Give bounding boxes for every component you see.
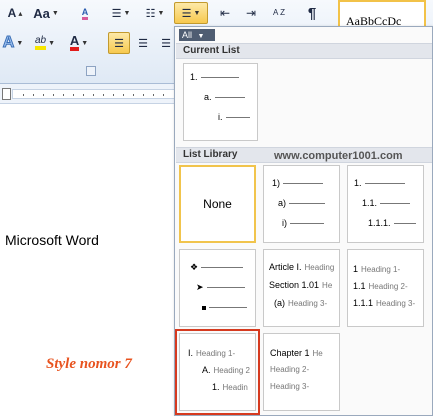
tile-level-2-label: 1.1.: [362, 198, 378, 208]
list-style-none[interactable]: None: [179, 165, 256, 243]
clear-formatting-icon: A: [81, 7, 89, 20]
tile-level-2-label: 1.1: [353, 281, 366, 291]
list-style-article-section[interactable]: Article I. Heading Section 1.01 He (a) Head…: [263, 249, 340, 327]
indent-marker-icon[interactable]: [2, 88, 11, 100]
tile-level-2-label: a): [278, 198, 287, 208]
list-style-legal-decimal[interactable]: 1. 1.1. 1.1.1.: [347, 165, 424, 243]
change-case-label: Aa: [33, 5, 50, 21]
tile-level-3-label: i.: [218, 112, 223, 122]
none-label: None: [203, 197, 232, 211]
text-effects-button[interactable]: A ▼: [0, 32, 26, 54]
decrease-indent-icon: ⇤: [219, 6, 231, 20]
font-color-button[interactable]: A ▼: [64, 32, 94, 54]
list-style-chapter[interactable]: Chapter 1 He Heading 2- Heading 3-: [263, 333, 340, 411]
tile-level-3-label: 1.: [212, 382, 220, 392]
multilevel-list-gallery: All ▼ Current List 1. a. i. List Library…: [174, 26, 433, 416]
tile-level-3-label: i): [282, 218, 287, 228]
sort-button[interactable]: A Z: [268, 2, 290, 24]
gallery-filter-dropdown[interactable]: All ▼: [179, 29, 215, 41]
multilevel-list-icon: ☰: [181, 7, 192, 20]
change-case-button[interactable]: Aa ▼: [32, 2, 60, 24]
tile-level-3-label: 1.1.1: [353, 298, 374, 308]
tile-level-1-label: 1: [353, 264, 359, 274]
numbering-icon: ☷: [145, 7, 156, 20]
tile-heading-3-label: Heading 3-: [376, 298, 416, 308]
align-right-icon: ☰: [161, 37, 171, 50]
align-left-button[interactable]: ☰: [108, 32, 130, 54]
tile-level-2-label: Section 1.01: [269, 280, 320, 290]
clear-formatting-button[interactable]: A: [74, 2, 96, 24]
grow-font-label: A: [7, 6, 17, 20]
square-bullet-icon: [202, 302, 206, 312]
gallery-filter-label: All: [182, 30, 193, 40]
arrow-bullet-icon: ➤: [196, 282, 204, 292]
tile-heading-3-label: Headin: [222, 382, 248, 392]
multilevel-list-button[interactable]: ☰ ▼: [174, 2, 208, 24]
decrease-indent-button[interactable]: ⇤: [214, 2, 236, 24]
pilcrow-icon: ¶: [307, 4, 317, 22]
tile-level-1-label: 1.: [354, 178, 362, 188]
annotation-label: Style nomor 7: [46, 356, 132, 372]
tile-level-1-label: 1): [272, 178, 281, 188]
watermark-text: www.computer1001.com: [274, 150, 403, 162]
list-style-numbered-paren[interactable]: 1) a) i): [263, 165, 340, 243]
tile-heading-2-label: Heading 2: [213, 365, 250, 375]
current-list-tile[interactable]: 1. a. i.: [183, 63, 258, 141]
tile-level-1-label: Chapter 1: [270, 348, 310, 358]
tile-heading-2-label: Heading 2-: [368, 281, 408, 291]
bullets-button[interactable]: ☰ ▼: [108, 2, 134, 24]
highlight-color-button[interactable]: ab ▼: [30, 32, 60, 54]
ruler-strip: [12, 89, 176, 99]
tile-level-1-label: 1.: [190, 72, 198, 82]
align-center-button[interactable]: ☰: [132, 32, 154, 54]
tile-heading-3-label: Heading 3-: [288, 298, 328, 308]
increase-indent-button[interactable]: ⇥: [240, 2, 262, 24]
highlight-icon: ab: [34, 36, 47, 50]
tile-heading-1-label: Heading: [304, 262, 335, 272]
tile-level-3-label: 1.1.1.: [368, 218, 391, 228]
font-color-icon: A: [69, 34, 80, 51]
tile-level-1-label: I.: [188, 348, 194, 358]
tile-heading-2-label: Heading 2-: [270, 365, 310, 374]
tile-level-2-label: a.: [204, 92, 212, 102]
tile-heading-1-label: Heading 1-: [196, 348, 236, 358]
horizontal-ruler[interactable]: [0, 84, 176, 104]
current-list-heading: Current List: [176, 43, 432, 59]
sort-icon: A Z: [272, 8, 285, 17]
document-text[interactable]: Microsoft Word: [5, 232, 99, 248]
align-left-icon: ☰: [114, 37, 124, 50]
tile-heading-1-label: Heading 1-: [361, 264, 401, 274]
tile-level-2-label: A.: [202, 365, 211, 375]
tile-level-3-label: (a): [274, 298, 285, 308]
tile-level-1-label: Article I.: [269, 262, 302, 272]
tile-heading-1-label: He: [312, 348, 323, 358]
align-center-icon: ☰: [138, 37, 148, 50]
list-library-label: List Library: [183, 149, 238, 160]
increase-indent-icon: ⇥: [245, 6, 257, 20]
align-right-button[interactable]: ☰: [156, 32, 176, 54]
tile-heading-3-label: Heading 3-: [270, 382, 310, 391]
list-library-heading: List Library www.computer1001.com: [176, 147, 432, 163]
diamond-bullet-icon: ❖: [190, 262, 199, 272]
list-style-heading-outline[interactable]: I. Heading 1- A. Heading 2 1. Headin: [175, 329, 260, 415]
numbering-button[interactable]: ☷ ▼: [142, 2, 168, 24]
list-style-bullets[interactable]: ❖ ➤: [179, 249, 256, 327]
grow-font-button[interactable]: A ▴: [2, 2, 28, 24]
text-effects-icon: A: [2, 34, 15, 52]
tile-heading-2-label: He: [322, 280, 333, 290]
chevron-down-icon: ▼: [197, 33, 205, 40]
current-list-label: Current List: [183, 45, 240, 56]
bullets-icon: ☰: [111, 7, 122, 20]
show-marks-button[interactable]: ¶: [300, 2, 324, 24]
list-style-heading-decimal[interactable]: 1 Heading 1- 1.1 Heading 2- 1.1.1 Heading 3…: [347, 249, 424, 327]
font-dialog-launcher-icon[interactable]: [86, 66, 96, 76]
